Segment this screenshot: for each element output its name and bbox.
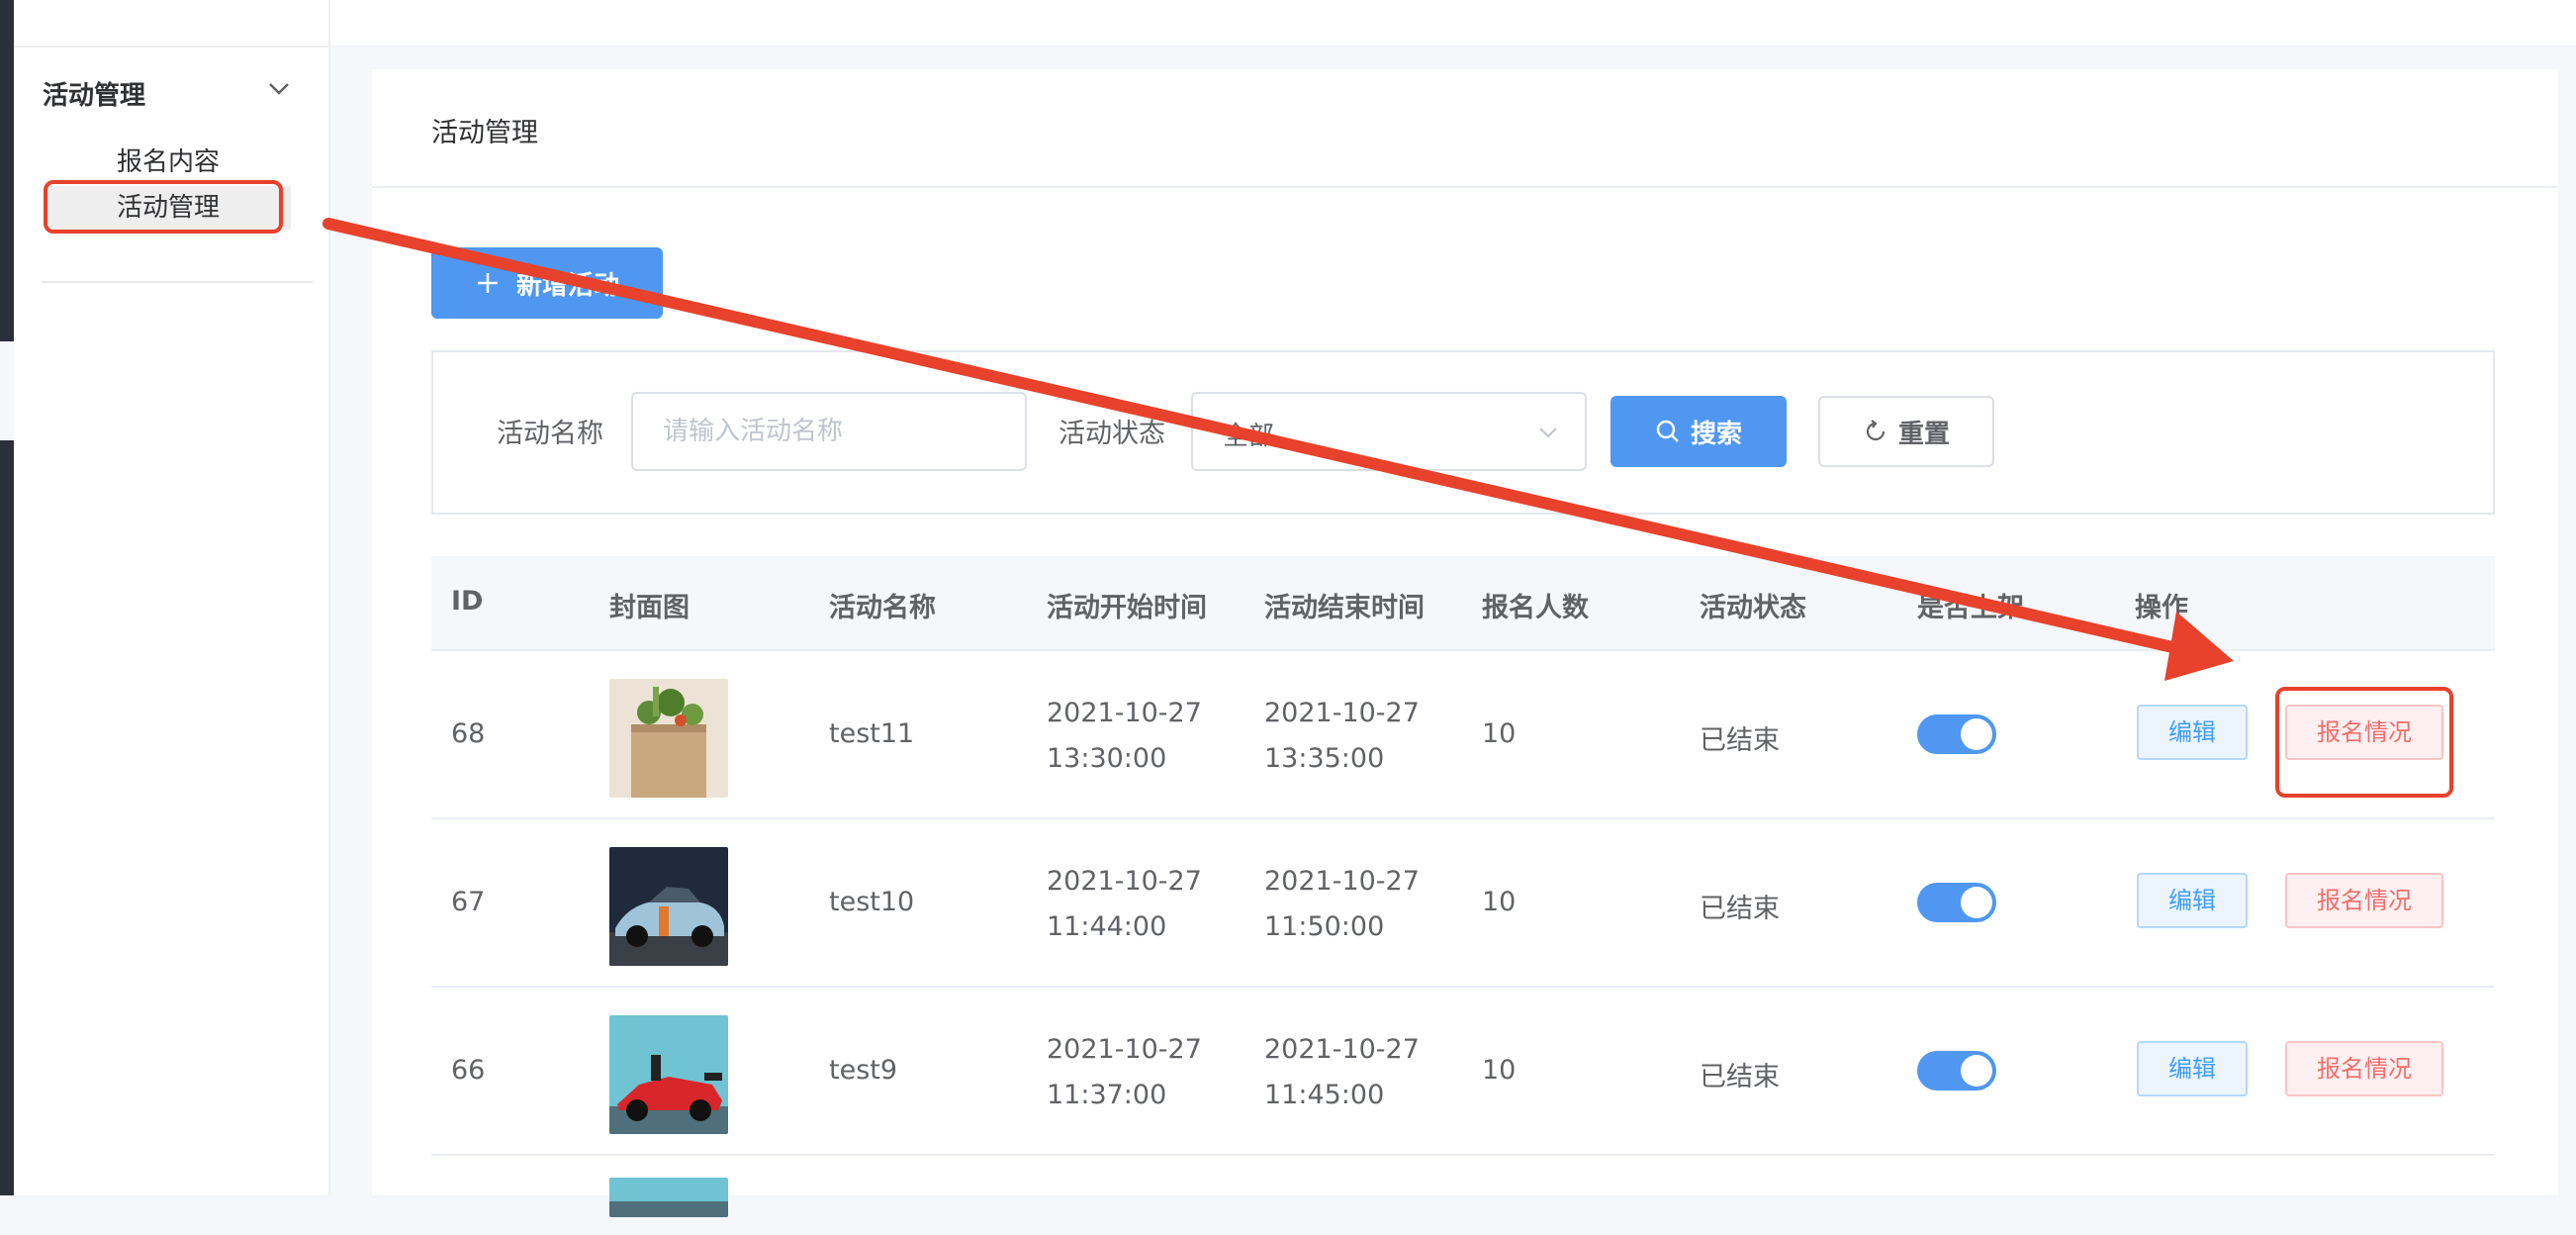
cell-end-time: 2021-10-27 11:45:00 xyxy=(1264,1027,1420,1118)
sidebar-divider xyxy=(42,281,313,283)
edit-button[interactable]: 编辑 xyxy=(2137,705,2248,760)
cell-count: 10 xyxy=(1482,887,1517,917)
start-clock: 11:44:00 xyxy=(1047,911,1167,942)
sidebar: 活动管理 报名内容 活动管理 xyxy=(14,0,330,1195)
toggle-knob xyxy=(1961,718,1992,750)
main-card: 活动管理 新增活动 活动名称 活动状态 全部 搜索 xyxy=(372,69,2558,1217)
refresh-icon xyxy=(1866,420,1886,441)
cell-name: test9 xyxy=(829,1055,898,1086)
reset-button-label: 重置 xyxy=(1897,419,1950,449)
search-icon xyxy=(1656,420,1679,442)
cell-count: 10 xyxy=(1482,718,1517,749)
cell-end-time: 2021-10-27 11:50:00 xyxy=(1264,859,1420,950)
header-end-time: 活动结束时间 xyxy=(1264,593,1425,623)
cell-name: test10 xyxy=(829,887,915,917)
table-row: 67 test10 2021-10-27 11:44:00 2021-10-27… xyxy=(431,819,2495,988)
activity-status-select[interactable]: 全部 xyxy=(1191,392,1587,471)
name-filter-label: 活动名称 xyxy=(497,419,603,449)
edit-button[interactable]: 编辑 xyxy=(2137,873,2248,928)
annotation-highlight-box xyxy=(44,180,283,234)
start-clock: 13:30:00 xyxy=(1047,743,1167,774)
start-date: 2021-10-27 xyxy=(1047,866,1202,897)
search-button-label: 搜索 xyxy=(1690,419,1742,449)
cell-start-time: 2021-10-27 11:37:00 xyxy=(1047,1027,1202,1118)
search-button[interactable]: 搜索 xyxy=(1610,396,1787,467)
cover-image xyxy=(609,847,728,966)
reset-button[interactable]: 重置 xyxy=(1818,396,1994,467)
start-date: 2021-10-27 xyxy=(1047,1034,1202,1065)
plus-icon xyxy=(478,273,498,293)
end-date: 2021-10-27 xyxy=(1264,1034,1420,1065)
cover-image xyxy=(609,1178,728,1217)
header-id: ID xyxy=(451,586,484,617)
header-actions: 操作 xyxy=(2135,593,2188,623)
start-date: 2021-10-27 xyxy=(1047,698,1202,728)
table-row: 68 test11 2021-10-27 13:30:00 2021-10-27… xyxy=(431,651,2495,819)
listed-toggle[interactable] xyxy=(1917,714,1996,754)
toggle-knob xyxy=(1961,887,1992,918)
table-row: 66 test9 2021-10-27 11:37:00 2021-10-27 … xyxy=(431,988,2495,1156)
header-cover: 封面图 xyxy=(609,593,690,623)
cell-status: 已结束 xyxy=(1700,725,1780,756)
annotation-highlight-box xyxy=(2275,687,2453,798)
end-clock: 11:50:00 xyxy=(1264,911,1385,942)
status-filter-label: 活动状态 xyxy=(1058,419,1165,449)
sidebar-item-registration-content[interactable]: 报名内容 xyxy=(46,141,291,184)
table-row xyxy=(431,1156,2495,1235)
header-name: 活动名称 xyxy=(829,593,936,623)
chevron-down-icon[interactable] xyxy=(263,73,295,105)
add-activity-button[interactable]: 新增活动 xyxy=(431,247,663,319)
status-select-value: 全部 xyxy=(1223,422,1275,451)
header-count: 报名人数 xyxy=(1482,593,1589,623)
filter-form: 活动名称 活动状态 全部 搜索 重置 xyxy=(431,350,2495,515)
cell-id: 68 xyxy=(451,718,486,749)
cell-end-time: 2021-10-27 13:35:00 xyxy=(1264,691,1420,782)
end-date: 2021-10-27 xyxy=(1264,866,1420,897)
sidebar-group-title[interactable]: 活动管理 xyxy=(43,75,145,112)
table-header: ID 封面图 活动名称 活动开始时间 活动结束时间 报名人数 活动状态 是否上架… xyxy=(431,556,2495,651)
cover-image xyxy=(609,679,728,798)
cell-status: 已结束 xyxy=(1700,1062,1780,1092)
listed-toggle[interactable] xyxy=(1917,1051,1996,1091)
cell-status: 已结束 xyxy=(1700,894,1780,924)
edit-button[interactable]: 编辑 xyxy=(2137,1041,2248,1096)
left-edge-strip xyxy=(0,440,14,1195)
header-start-time: 活动开始时间 xyxy=(1047,593,1207,623)
activity-name-input[interactable] xyxy=(631,392,1027,471)
cover-image xyxy=(609,1015,728,1134)
top-header xyxy=(330,0,2576,46)
title-divider xyxy=(372,186,2558,188)
cell-id: 66 xyxy=(451,1055,486,1086)
cell-start-time: 2021-10-27 11:44:00 xyxy=(1047,859,1202,950)
toggle-knob xyxy=(1961,1055,1992,1087)
cell-name: test11 xyxy=(829,718,915,749)
add-activity-label: 新增活动 xyxy=(516,270,620,301)
registration-status-button[interactable]: 报名情况 xyxy=(2285,1041,2443,1096)
start-clock: 11:37:00 xyxy=(1047,1080,1167,1110)
registration-status-button[interactable]: 报名情况 xyxy=(2285,873,2443,928)
listed-toggle[interactable] xyxy=(1917,883,1996,922)
chevron-down-icon xyxy=(1539,428,1557,438)
header-status: 活动状态 xyxy=(1700,593,1806,623)
end-clock: 11:45:00 xyxy=(1264,1080,1385,1110)
page-title: 活动管理 xyxy=(431,118,538,148)
header-listed: 是否上架 xyxy=(1917,593,2024,623)
sidebar-top-divider xyxy=(14,46,328,48)
end-clock: 13:35:00 xyxy=(1264,743,1385,774)
cell-count: 10 xyxy=(1482,1055,1517,1086)
left-edge-strip xyxy=(0,0,14,341)
cell-id: 67 xyxy=(451,887,486,917)
end-date: 2021-10-27 xyxy=(1264,698,1420,728)
cell-start-time: 2021-10-27 13:30:00 xyxy=(1047,691,1202,782)
